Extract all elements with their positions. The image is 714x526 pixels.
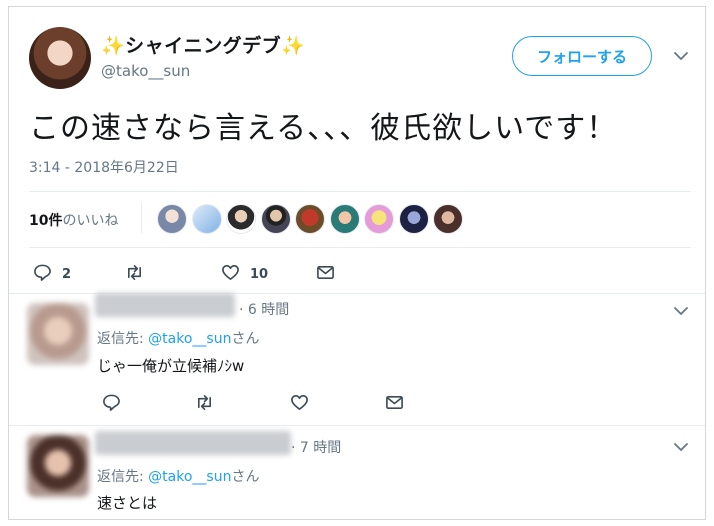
reply-to-suffix: さん <box>231 469 260 485</box>
heart-icon <box>290 393 309 416</box>
reply-avatar[interactable] <box>27 435 89 497</box>
tweet-frame: ✨シャイニングデブ✨ @tako__sun フォローする この速さなら言える、、… <box>8 6 706 520</box>
reply-author-name-blurred[interactable] <box>95 293 235 317</box>
retweet-action[interactable] <box>195 393 214 416</box>
dm-action[interactable] <box>385 393 404 416</box>
reply-to-line: 返信先: @tako__sunさん <box>97 466 259 486</box>
author-display-name[interactable]: ✨シャイニングデブ✨ <box>101 31 305 58</box>
like-count: 10 <box>250 267 269 282</box>
section-divider <box>9 425 705 426</box>
chevron-down-icon[interactable] <box>673 48 689 64</box>
liker-avatar[interactable] <box>398 204 429 234</box>
reply-action[interactable]: 2 <box>33 263 71 286</box>
vertical-divider <box>141 203 142 233</box>
likes-count: 10件 <box>29 213 63 229</box>
likes-summary[interactable]: 10件のいいね <box>29 210 118 230</box>
liker-avatar[interactable] <box>157 204 187 234</box>
reply-avatar[interactable] <box>27 303 89 365</box>
divider <box>29 191 691 192</box>
reply-to-prefix: 返信先: <box>97 469 149 485</box>
like-action[interactable] <box>290 393 309 416</box>
chevron-down-icon[interactable] <box>673 439 689 455</box>
retweet-icon <box>125 263 144 286</box>
reply-text: じゃ一俺が立候補ﾉｼw <box>97 357 245 375</box>
liker-avatar[interactable] <box>260 204 291 234</box>
liker-avatar[interactable] <box>329 204 360 234</box>
author-username[interactable]: @tako__sun <box>101 62 190 80</box>
chevron-down-icon[interactable] <box>673 303 689 319</box>
follow-button[interactable]: フォローする <box>512 36 652 76</box>
divider <box>29 247 691 248</box>
retweet-action[interactable] <box>125 263 144 286</box>
reply-to-suffix: さん <box>231 331 260 347</box>
reply-text: 速さとは <box>97 494 158 512</box>
dm-icon <box>385 393 404 416</box>
likers-avatars <box>157 204 468 234</box>
liker-avatar[interactable] <box>295 204 325 234</box>
retweet-icon <box>195 393 214 416</box>
likes-suffix: のいいね <box>62 213 119 229</box>
liker-avatar[interactable] <box>191 204 222 234</box>
liker-avatar[interactable] <box>226 204 256 234</box>
dm-action[interactable] <box>316 263 335 286</box>
reply-author-name-blurred[interactable] <box>95 431 291 455</box>
reply-to-handle[interactable]: @tako__sun <box>148 469 231 485</box>
reply-to-handle[interactable]: @tako__sun <box>148 331 231 347</box>
reply-to-prefix: 返信先: <box>97 331 149 347</box>
reply-time[interactable]: · 6 時間 <box>239 299 289 319</box>
reply-action[interactable] <box>102 393 121 416</box>
liker-avatar[interactable] <box>433 204 463 234</box>
liker-avatar[interactable] <box>364 204 394 234</box>
tweet-text: この速さなら言える、、、彼氏欲しいです！ <box>29 111 618 146</box>
reply-to-line: 返信先: @tako__sunさん <box>97 328 259 348</box>
reply-icon <box>102 393 121 416</box>
like-action[interactable]: 10 <box>221 263 268 286</box>
author-avatar[interactable] <box>29 27 91 89</box>
reply-icon <box>33 263 52 286</box>
reply-time[interactable]: · 7 時間 <box>291 437 341 457</box>
heart-icon <box>221 263 240 286</box>
dm-icon <box>316 263 335 286</box>
reply-count: 2 <box>62 267 72 282</box>
tweet-timestamp[interactable]: 3:14 - 2018年6月22日 <box>29 157 179 177</box>
